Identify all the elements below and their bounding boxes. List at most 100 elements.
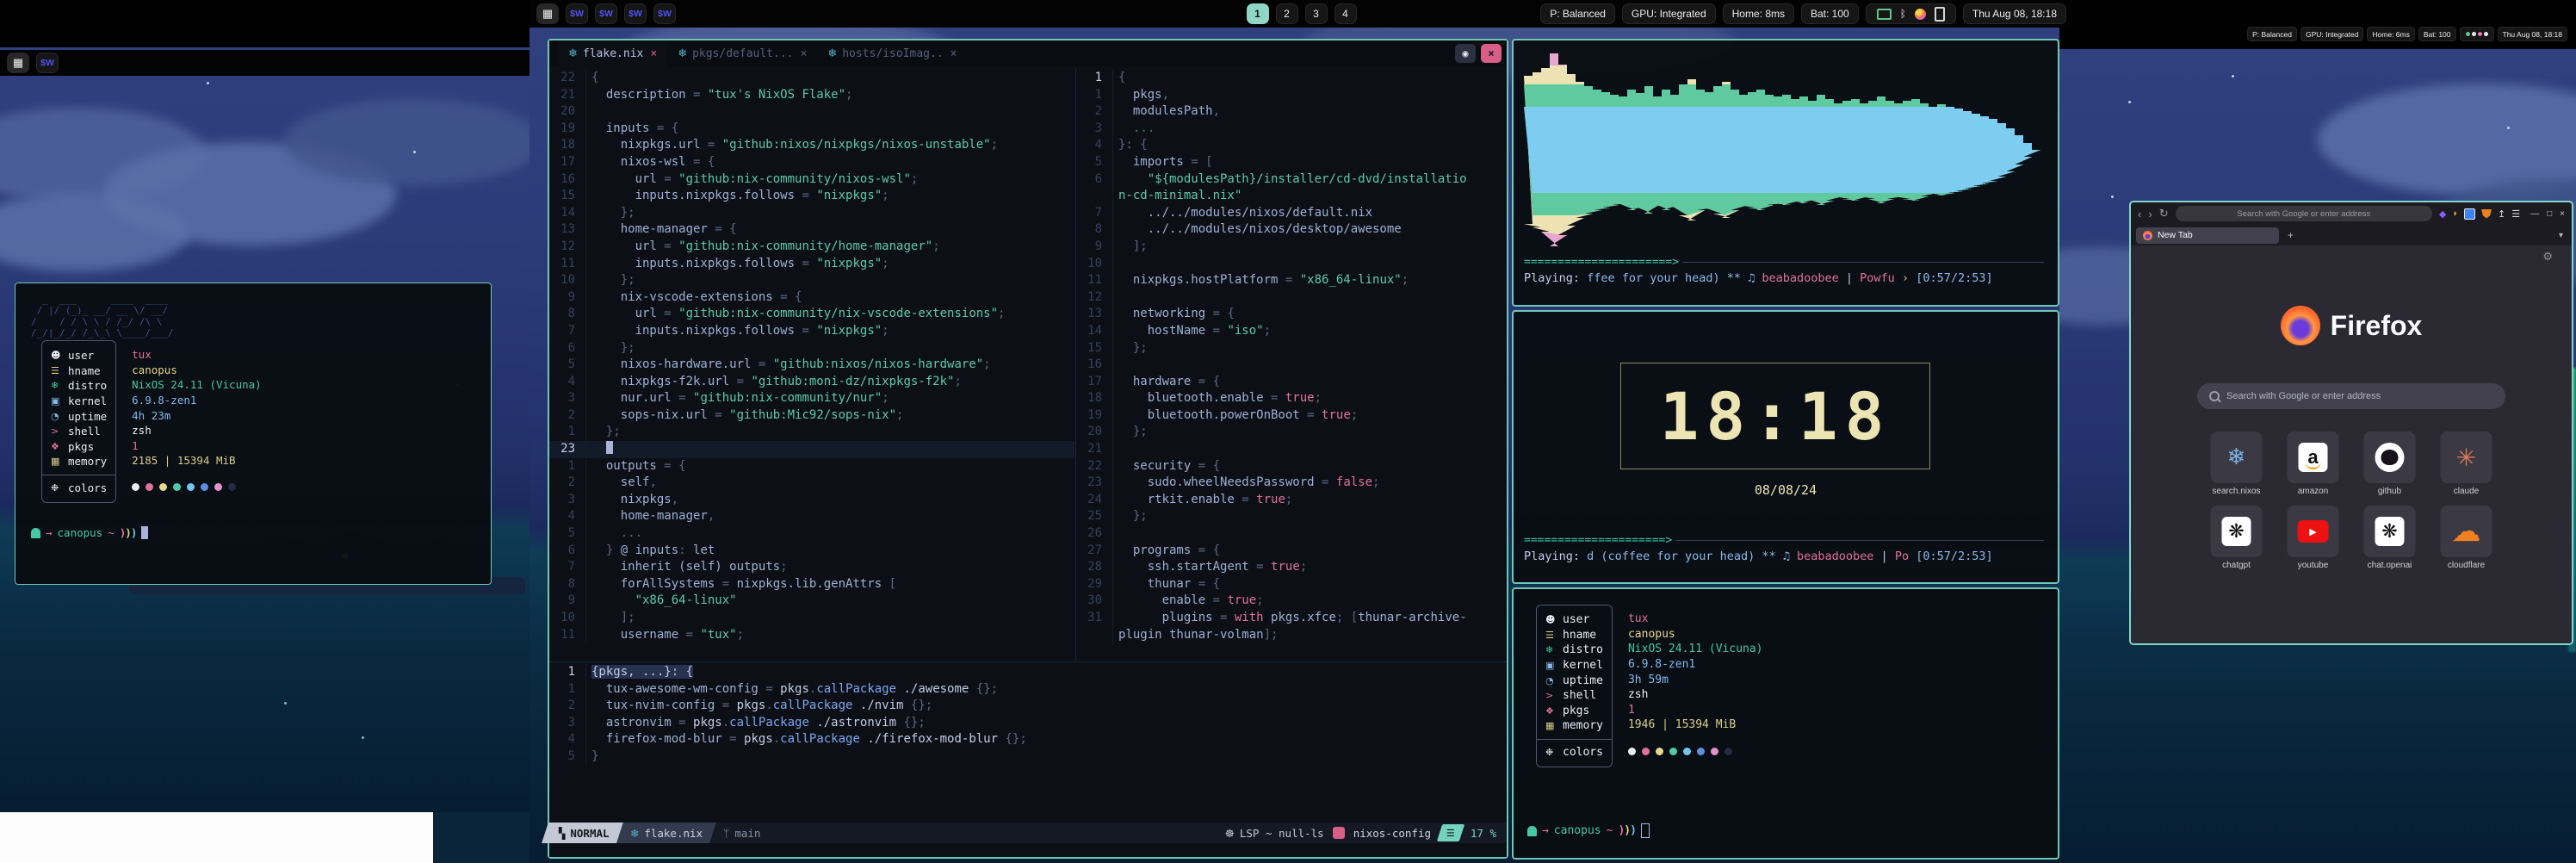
window-chip[interactable]: $W [566,3,588,24]
save-page-icon[interactable]: ↥ [2498,208,2505,220]
hname-icon: ☰ [1545,630,1563,641]
workspace-1[interactable]: 1 [1247,3,1269,24]
tab-close-icon[interactable]: × [801,47,808,60]
tab-list-chevron-icon[interactable]: ▾ [2559,231,2567,240]
shortcut-tile-search-nixos[interactable]: ❄search.nixos [2211,432,2263,483]
bar-module[interactable]: P: Balanced [1540,3,1615,24]
url-bar[interactable]: Search with Google or enter address [2176,206,2432,221]
shell-prompt[interactable]: →canopus~))) [31,526,148,539]
clock-window[interactable]: 18:18 08/08/24 =====================> Pl… [1512,310,2059,584]
text-segment [591,493,621,506]
line-number: 25 [1076,508,1112,525]
menu-icon[interactable]: ☰ [2511,208,2520,220]
text-segment: = [1205,593,1227,607]
window-chip[interactable]: $W [653,3,676,24]
launcher-grid-icon[interactable]: ▦ [536,3,559,24]
code-line: 11 inputs.nixpkgs.follows = "nixpkgs"; [549,256,1074,273]
editor-pane-flake[interactable]: 22{21 description = "tux's NixOS Flake";… [549,68,1074,662]
bar-module[interactable]: GPU: Integrated [2300,27,2363,41]
tray-icons[interactable]: ᛒ [1866,3,1956,24]
minimize-button[interactable]: — [2530,209,2539,219]
bar-module[interactable]: GPU: Integrated [1622,3,1716,24]
workspace-3[interactable]: 3 [1305,3,1328,24]
text-segment: = { [686,155,715,169]
workspace-4[interactable]: 4 [1334,3,1357,24]
window-chip[interactable]: $W [36,53,59,73]
shortcut-tile-chat-openai[interactable]: ❋chat.openai [2364,506,2416,557]
code-line: 10 }; [549,272,1074,289]
window-chip[interactable]: $W [595,3,617,24]
text-segment: ./astronvim [809,716,904,730]
nvim-tab-flake-nix[interactable]: ❄flake.nix× [558,40,667,66]
text-segment [1118,408,1148,422]
line-number: 5 [549,357,585,374]
tray-icons[interactable] [2460,27,2494,41]
editor-pane-iso[interactable]: 1{1 pkgs,2 modulesPath,3 ...4}: {5 impor… [1076,68,1503,662]
text-segment: }; [591,206,635,220]
close-button[interactable]: × [2560,209,2565,219]
metamask-icon[interactable] [2481,209,2492,219]
fetch-row: ▦memory [1545,718,1603,734]
bar-module[interactable]: Home: 6ms [2367,27,2414,41]
clock-module[interactable]: Thu Aug 08, 18:18 [2498,27,2567,41]
nvim-tab-hosts-isoImag-[interactable]: ❄hosts/isoImag..× [817,40,967,66]
code-line: 23 sudo.wheelNeedsPassword = false; [1076,475,1503,492]
tab-new-tab[interactable]: New Tab [2136,227,2279,244]
shortcut-tile-github[interactable]: github [2364,432,2416,483]
extension-icon-orange[interactable]: ◗ [2452,208,2458,219]
text-segment: Po [1895,549,1909,563]
maximize-button[interactable]: □ [2547,209,2552,219]
editor-pane-pkgs[interactable]: 1{pkgs, ...}: {1 tux-awesome-wm-config =… [549,664,1503,821]
tile-label: amazon [2275,487,2352,496]
text-segment: "tux" [700,628,736,642]
shortcut-tile-chatgpt[interactable]: ❋chatgpt [2211,506,2263,557]
text-segment: ; [882,257,889,270]
back-button[interactable]: ‹ [2138,208,2141,220]
clock-module[interactable]: Thu Aug 08, 18:18 [1963,3,2066,24]
personalize-gear-icon[interactable]: ⚙ [2542,251,2553,264]
text-segment [1264,611,1271,624]
tab-close-icon[interactable]: × [650,47,657,60]
newtab-search-bar[interactable]: Search with Google or enter address [2197,383,2505,409]
line-number: 13 [1076,306,1112,323]
terminal-window-fetch[interactable]: ☻user☰hname❄distro▣kernel◔uptime>shell❖p… [1512,587,2059,860]
text-segment [1118,155,1133,169]
bar-module[interactable]: Bat: 100 [2418,27,2456,41]
shortcut-tile-youtube[interactable]: ▶youtube [2288,506,2339,557]
extension-icon-purple[interactable]: ◆ [2439,208,2446,220]
bar-module[interactable]: P: Balanced [2247,27,2297,41]
text-segment: ; [896,408,903,422]
tab-close-icon[interactable]: × [951,47,957,60]
neovim-window[interactable]: ❄flake.nix×❄pkgs/default...×❄hosts/isoIm… [548,39,1508,859]
fetch-key: colors [1563,746,1603,759]
text-segment: modulesPath [1133,104,1213,118]
github-icon [2375,443,2405,472]
text-segment: = [795,257,816,270]
code-line: 15 inputs.nixpkgs.follows = "nixpkgs"; [549,188,1074,205]
line-number: 17 [1076,374,1112,391]
forward-button[interactable]: › [2148,208,2152,220]
new-tab-button[interactable]: + [2288,229,2294,241]
shell-prompt[interactable]: →canopus~))) [1527,823,1650,838]
shortcut-tile-claude[interactable]: ✳claude [2441,432,2492,483]
fetch-row: ❖pkgs [1545,704,1603,719]
terminal-window-left[interactable]: _ ___ ____ ____ / |/ (_)_ __/ __ \/ __/ … [15,282,492,585]
cava-window[interactable]: ======================> Playing: ffee fo… [1512,39,2059,307]
firefox-window[interactable]: ‹ › ↻ Search with Google or enter addres… [2129,201,2573,645]
fetch-key: memory [68,455,107,468]
scroll-percent: 17 % [1471,827,1503,840]
bar-module[interactable]: Bat: 100 [1801,3,1859,24]
text-segment: = [1300,408,1322,422]
shortcut-tile-cloudflare[interactable]: ☁cloudflare [2441,506,2492,557]
extension-icon-blue[interactable] [2464,208,2475,220]
workspace-2[interactable]: 2 [1276,3,1298,24]
nvim-tab-pkgs-default-[interactable]: ❄pkgs/default...× [667,40,817,66]
launcher-grid-icon[interactable]: ▦ [7,53,29,73]
window-chip[interactable]: $W [624,3,647,24]
buffer-indicator-button[interactable]: ◉ [1455,44,1476,63]
monitor-center: ▦ $W $W $W $W 1234 P: Balanced GPU: Integrat… [529,0,2059,863]
bar-module[interactable]: Home: 8ms [1723,3,1794,24]
shortcut-tile-amazon[interactable]: aamazon [2288,432,2339,483]
reload-button[interactable]: ↻ [2159,207,2169,220]
buffer-close-button[interactable]: × [1481,44,1502,63]
